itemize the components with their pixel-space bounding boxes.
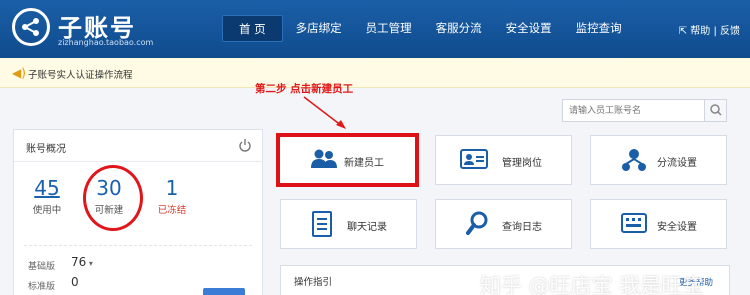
routing-icon (622, 149, 646, 171)
search-input[interactable] (563, 100, 705, 121)
tile-routing-settings-label: 分流设置 (657, 158, 697, 169)
highlight-circle (83, 165, 143, 231)
help-feedback-link[interactable]: ⇱ 帮助 | 反馈 (679, 22, 740, 37)
users-icon (311, 149, 337, 168)
nav-multi-store[interactable]: 多店绑定 (285, 15, 353, 42)
help-feedback-label: 帮助 | 反馈 (690, 26, 740, 37)
nav-home[interactable]: 首 页 (222, 15, 283, 42)
speaker-icon: ◀) (12, 66, 26, 80)
top-header: 子账号 zizhanghao.taobao.com 首 页 多店绑定 员工管理 … (0, 0, 750, 58)
watermark: 知乎 @旺店宝 我是旺宝 (480, 274, 704, 295)
notice-bar: ◀) 子账号实人认证操作流程 (0, 58, 750, 88)
tile-security-settings-label: 安全设置 (657, 222, 697, 233)
stat-in-use-value: 45 (34, 176, 60, 200)
staff-search (562, 99, 727, 122)
magnifier-icon (466, 211, 488, 235)
nav-security[interactable]: 安全设置 (495, 15, 563, 42)
edition-basic-label: 基础版 (28, 262, 56, 272)
stat-frozen-label: 已冻结 (157, 205, 187, 216)
annotation-arrow-icon (303, 96, 346, 129)
tile-query-logs-label: 查询日志 (502, 222, 542, 233)
tile-chat-records[interactable]: 聊天记录 (280, 199, 417, 249)
tile-manage-roles[interactable]: 管理岗位 (435, 135, 572, 185)
chevron-down-icon: ▾ (86, 259, 93, 268)
nav-service-routing[interactable]: 客服分流 (425, 15, 493, 42)
id-card-icon (460, 149, 488, 169)
nav-staff-manage[interactable]: 员工管理 (355, 15, 423, 42)
guide-title: 操作指引 (294, 277, 333, 288)
tile-new-staff[interactable]: 新建员工 (276, 133, 419, 187)
edition-standard-value: 0 (71, 275, 79, 289)
tile-routing-settings[interactable]: 分流设置 (590, 135, 727, 185)
notice-link[interactable]: 子账号实人认证操作流程 (28, 67, 133, 81)
brand-subtitle: zizhanghao.taobao.com (58, 38, 154, 47)
stat-in-use-label: 使用中 (32, 205, 62, 216)
logo-icon[interactable] (12, 8, 50, 46)
tile-manage-roles-label: 管理岗位 (502, 158, 542, 169)
edition-basic-value: 76 (71, 255, 87, 269)
buy-button[interactable] (203, 288, 245, 295)
search-button[interactable] (704, 100, 726, 121)
tile-new-staff-label: 新建员工 (344, 158, 384, 169)
stat-frozen[interactable]: 1 已冻结 (149, 176, 195, 216)
step-annotation: 第二步 点击新建员工 (255, 83, 354, 95)
nav-monitor[interactable]: 监控查询 (565, 15, 633, 42)
stat-in-use[interactable]: 45 使用中 (24, 176, 70, 216)
tile-query-logs[interactable]: 查询日志 (435, 199, 572, 249)
main-nav: 首 页 多店绑定 员工管理 客服分流 安全设置 监控查询 (222, 15, 635, 42)
card-divider (24, 245, 252, 246)
card-title: 账号概况 (26, 144, 66, 155)
stat-frozen-value: 1 (165, 176, 179, 200)
document-icon (312, 211, 332, 237)
account-overview-card: 账号概况 45 使用中 30 可新建 1 已冻结 基础版 76 ▾ 标准版 0 (13, 129, 263, 295)
edition-standard-label: 标准版 (28, 282, 56, 292)
tile-security-settings[interactable]: 安全设置 (590, 199, 727, 249)
search-icon (710, 104, 722, 116)
edition-basic-select[interactable]: 76 ▾ (71, 255, 93, 269)
power-icon[interactable] (238, 138, 252, 152)
keyboard-icon (621, 213, 647, 233)
tile-chat-records-label: 聊天记录 (347, 222, 387, 233)
card-header: 账号概况 (14, 130, 262, 162)
external-link-icon: ⇱ (678, 26, 691, 37)
